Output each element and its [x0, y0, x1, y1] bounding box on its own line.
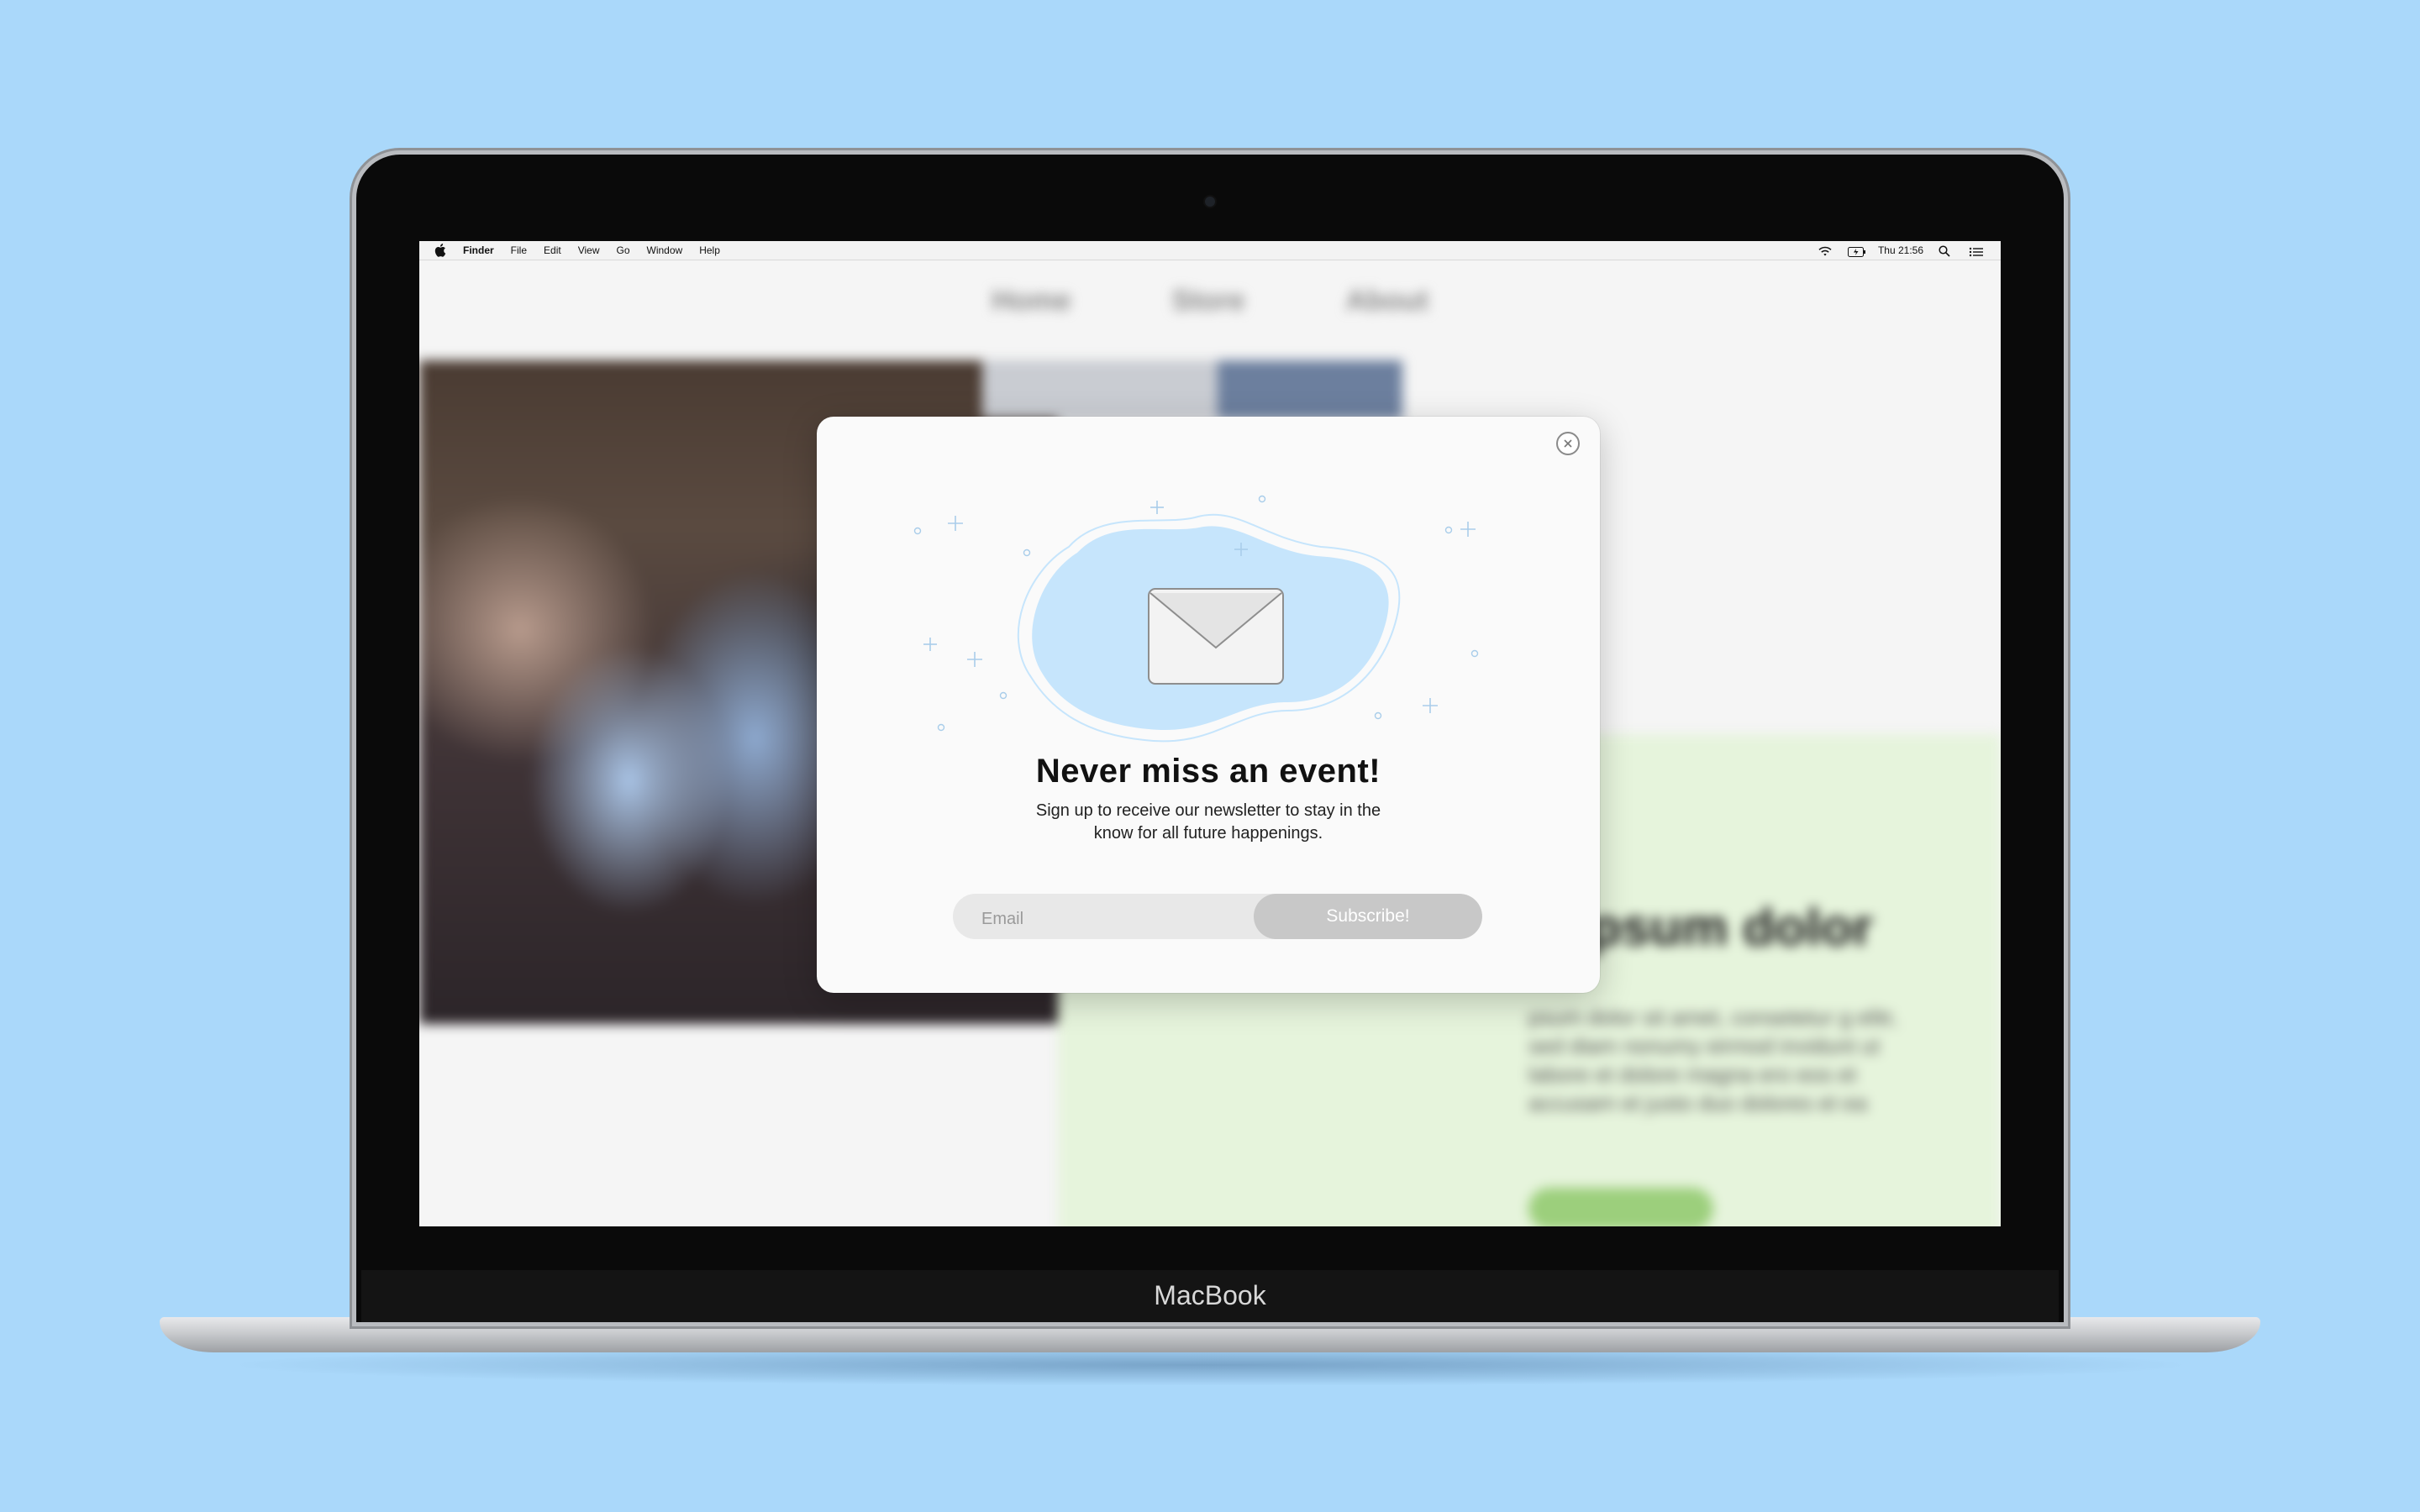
modal-description: Sign up to receive our newsletter to sta… — [1035, 801, 1381, 843]
envelope-illustration — [913, 495, 1479, 743]
feature-paragraph: psum dolor sit amet, consetetur g elitr,… — [1528, 1005, 1898, 1116]
laptop-brand-label: MacBook — [1154, 1280, 1266, 1310]
apple-icon[interactable] — [434, 244, 446, 257]
menu-go[interactable]: Go — [617, 241, 630, 260]
menu-bar-left: Finder File Edit View Go Window Help — [434, 241, 720, 260]
menu-file[interactable]: File — [511, 241, 527, 260]
menu-clock[interactable]: Thu 21:56 — [1878, 241, 1923, 260]
photo-strip — [982, 360, 1218, 419]
wifi-icon[interactable] — [1818, 244, 1833, 256]
envelope-icon — [1148, 588, 1284, 685]
site-nav: Home Store About — [419, 285, 2001, 318]
close-icon — [1564, 439, 1572, 448]
photo-strip — [1218, 360, 1402, 419]
screen: Finder File Edit View Go Window Help Thu… — [419, 241, 2001, 1226]
subscribe-form: Subscribe! — [953, 894, 1482, 939]
menu-bar: Finder File Edit View Go Window Help Thu… — [419, 241, 2001, 260]
notification-center-icon[interactable] — [1969, 244, 1984, 257]
email-input[interactable] — [953, 894, 1255, 939]
menu-edit[interactable]: Edit — [544, 241, 561, 260]
menu-help[interactable]: Help — [699, 241, 720, 260]
spotlight-search-icon[interactable] — [1939, 244, 1954, 257]
menu-app-finder[interactable]: Finder — [463, 241, 494, 260]
camera-icon — [1205, 197, 1215, 207]
menu-view[interactable]: View — [578, 241, 600, 260]
nav-store[interactable]: Store — [1172, 285, 1245, 318]
newsletter-modal: Never miss an event! Sign up to receive … — [817, 417, 1600, 993]
modal-title: Never miss an event! — [1035, 753, 1381, 790]
menu-window[interactable]: Window — [647, 241, 683, 260]
battery-icon[interactable] — [1847, 244, 1865, 257]
nav-about[interactable]: About — [1346, 285, 1428, 318]
nav-home[interactable]: Home — [992, 285, 1071, 318]
feature-button[interactable] — [1528, 1188, 1713, 1226]
menu-bar-right: Thu 21:56 — [1818, 241, 1984, 260]
close-button[interactable] — [1556, 432, 1580, 455]
subscribe-button[interactable]: Subscribe! — [1254, 894, 1482, 939]
